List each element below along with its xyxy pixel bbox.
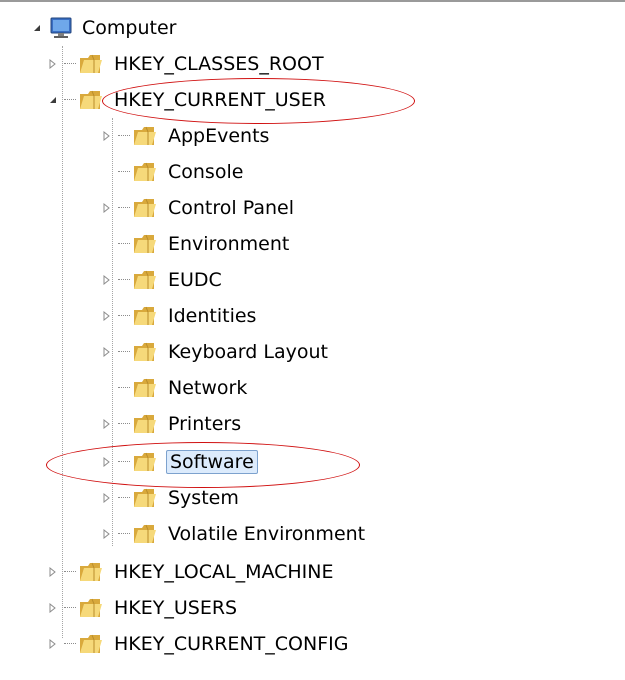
tree-connector bbox=[118, 171, 130, 173]
collapsed-arrow-icon[interactable] bbox=[100, 417, 114, 431]
tree-connector bbox=[118, 279, 130, 281]
tree-node-label: Computer bbox=[82, 17, 177, 39]
annotation-ellipse-software bbox=[46, 442, 360, 488]
tree-connector bbox=[118, 533, 130, 535]
tree-connector bbox=[118, 351, 130, 353]
tree-node-label: AppEvents bbox=[168, 125, 270, 147]
tree-node-eudc[interactable]: EUDC bbox=[100, 262, 224, 298]
tree-node-label: HKEY_LOCAL_MACHINE bbox=[114, 561, 334, 583]
tree-node-console[interactable]: Console bbox=[100, 154, 245, 190]
folder-icon bbox=[132, 412, 158, 436]
tree-connector bbox=[64, 571, 76, 573]
collapsed-arrow-icon[interactable] bbox=[100, 129, 114, 143]
computer-icon bbox=[48, 16, 74, 40]
folder-icon bbox=[132, 304, 158, 328]
collapsed-arrow-icon[interactable] bbox=[100, 309, 114, 323]
tree-connector bbox=[64, 643, 76, 645]
tree-node-environment[interactable]: Environment bbox=[100, 226, 291, 262]
tree-node-hkey-classes-root[interactable]: HKEY_CLASSES_ROOT bbox=[46, 46, 326, 82]
tree-node-label: Environment bbox=[168, 233, 290, 255]
folder-icon bbox=[132, 232, 158, 256]
tree-node-network[interactable]: Network bbox=[100, 370, 249, 406]
folder-icon bbox=[132, 340, 158, 364]
tree-node-label: Console bbox=[168, 161, 244, 183]
tree-node-computer[interactable]: Computer bbox=[30, 10, 178, 46]
tree-node-label: Network bbox=[168, 377, 248, 399]
expanded-arrow-icon[interactable] bbox=[30, 21, 44, 35]
collapsed-arrow-icon[interactable] bbox=[46, 57, 60, 71]
tree-node-label: Volatile Environment bbox=[168, 523, 366, 545]
collapsed-arrow-icon[interactable] bbox=[46, 637, 60, 651]
folder-icon bbox=[132, 522, 158, 546]
tree-connector bbox=[118, 315, 130, 317]
tree-node-keyboard-layout[interactable]: Keyboard Layout bbox=[100, 334, 330, 370]
tree-connector bbox=[118, 243, 130, 245]
tree-node-hkey-local-machine[interactable]: HKEY_LOCAL_MACHINE bbox=[46, 554, 336, 590]
annotation-ellipse-hkey-current-user bbox=[102, 78, 415, 124]
folder-icon bbox=[132, 196, 158, 220]
tree-guide-line bbox=[62, 46, 63, 638]
folder-icon bbox=[78, 560, 104, 584]
expanded-arrow-icon[interactable] bbox=[46, 93, 60, 107]
registry-tree: Computer HKEY_CLASSES_ROOT HKEY_CURRENT_… bbox=[0, 0, 625, 680]
tree-connector bbox=[118, 497, 130, 499]
tree-node-hkey-current-config[interactable]: HKEY_CURRENT_CONFIG bbox=[46, 626, 350, 662]
tree-connector bbox=[64, 99, 76, 101]
tree-connector bbox=[118, 207, 130, 209]
tree-node-identities[interactable]: Identities bbox=[100, 298, 258, 334]
tree-node-label: HKEY_CURRENT_CONFIG bbox=[114, 633, 349, 655]
folder-icon bbox=[78, 88, 104, 112]
folder-icon bbox=[78, 52, 104, 76]
tree-connector bbox=[118, 135, 130, 137]
tree-node-label: Control Panel bbox=[168, 197, 294, 219]
collapsed-arrow-icon[interactable] bbox=[46, 601, 60, 615]
tree-node-hkey-users[interactable]: HKEY_USERS bbox=[46, 590, 239, 626]
tree-node-control-panel[interactable]: Control Panel bbox=[100, 190, 296, 226]
collapsed-arrow-icon[interactable] bbox=[100, 491, 114, 505]
folder-icon bbox=[132, 486, 158, 510]
folder-icon bbox=[132, 376, 158, 400]
tree-node-label: EUDC bbox=[168, 269, 222, 291]
tree-connector bbox=[118, 387, 130, 389]
tree-node-printers[interactable]: Printers bbox=[100, 406, 243, 442]
collapsed-arrow-icon[interactable] bbox=[46, 565, 60, 579]
folder-icon bbox=[78, 596, 104, 620]
tree-connector bbox=[118, 423, 130, 425]
collapsed-arrow-icon[interactable] bbox=[100, 201, 114, 215]
tree-connector bbox=[64, 607, 76, 609]
folder-icon bbox=[132, 124, 158, 148]
folder-icon bbox=[78, 632, 104, 656]
tree-node-label: HKEY_CLASSES_ROOT bbox=[114, 53, 324, 75]
tree-node-label: HKEY_USERS bbox=[114, 597, 238, 619]
tree-node-volatile-environment[interactable]: Volatile Environment bbox=[100, 516, 367, 552]
collapsed-arrow-icon[interactable] bbox=[100, 273, 114, 287]
tree-node-label: Keyboard Layout bbox=[168, 341, 328, 363]
tree-node-label: System bbox=[168, 487, 239, 509]
tree-node-label: Printers bbox=[168, 413, 242, 435]
tree-connector bbox=[64, 63, 76, 65]
folder-icon bbox=[132, 160, 158, 184]
tree-node-label: Identities bbox=[168, 305, 257, 327]
folder-icon bbox=[132, 268, 158, 292]
collapsed-arrow-icon[interactable] bbox=[100, 527, 114, 541]
collapsed-arrow-icon[interactable] bbox=[100, 345, 114, 359]
